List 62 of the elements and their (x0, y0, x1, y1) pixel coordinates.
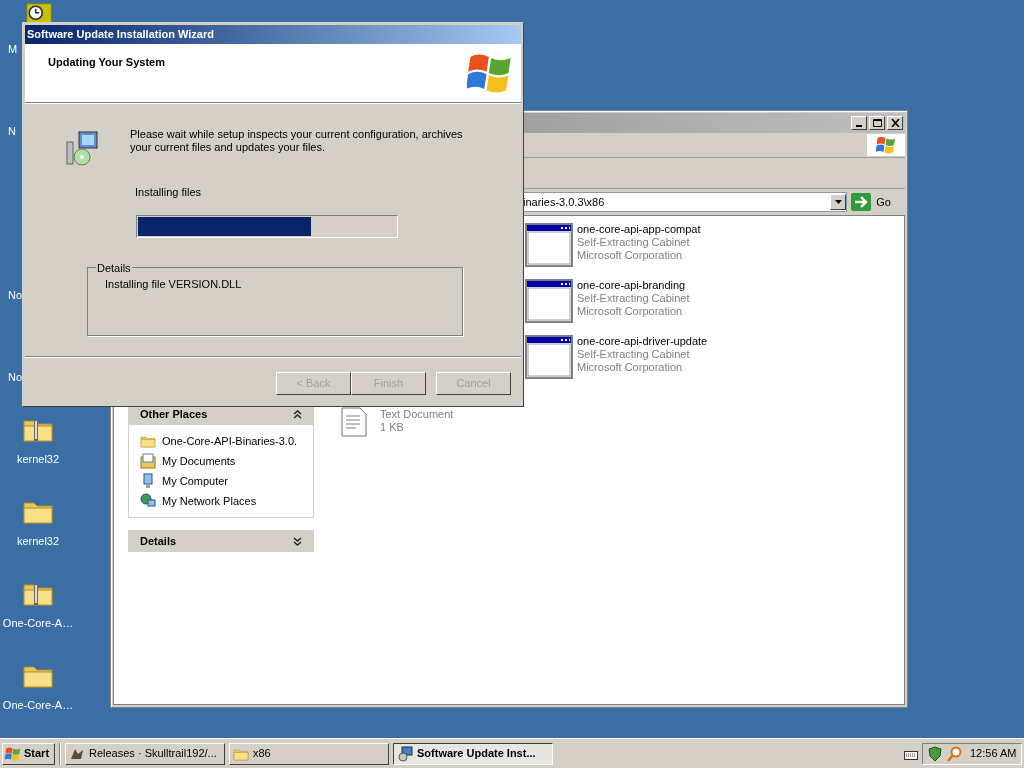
desktop-icon-label[interactable]: One-Core-A… (0, 697, 76, 714)
file-type: Self-Extracting Cabinet (577, 236, 691, 249)
file-name[interactable]: one-core-api-app-compat (577, 223, 701, 236)
file-type: Text Document (380, 408, 454, 421)
details-text: Installing file VERSION.DLL (105, 278, 242, 290)
folder-icon (140, 433, 156, 449)
progress-label: Installing files (135, 185, 203, 200)
desktop-icon-label[interactable]: No (8, 369, 23, 386)
windows-flag-icon (876, 135, 896, 155)
place-link[interactable]: One-Core-API-Binaries-3.0. (162, 432, 298, 450)
caret-icon (834, 200, 842, 204)
network-icon (140, 493, 156, 509)
taskbar-button[interactable]: Releases · Skulltrail192/... (65, 742, 225, 765)
program-window-icon (525, 335, 573, 379)
panel-title: Other Places (140, 406, 208, 422)
desktop-icon-label[interactable]: One-Core-A… (0, 615, 76, 632)
computer-icon (140, 473, 156, 489)
desktop-icon-label[interactable]: N (8, 123, 16, 140)
minimize-button[interactable] (851, 116, 867, 130)
maximize-icon (872, 119, 882, 127)
expand-icon[interactable] (293, 536, 302, 546)
file-name[interactable]: one-core-api-branding (577, 279, 690, 292)
setup-icon (65, 130, 99, 166)
file-type: Self-Extracting Cabinet (577, 348, 691, 361)
wizard-heading: Updating Your System (48, 55, 165, 70)
file-company: Microsoft Corporation (577, 249, 684, 262)
file-type: Self-Extracting Cabinet (577, 292, 690, 305)
file-company: Microsoft Corporation (577, 305, 684, 318)
place-link[interactable]: My Documents (162, 452, 236, 470)
text-document-icon (338, 406, 370, 438)
close-icon (890, 119, 900, 127)
window-title: Software Update Installation Wizard (27, 27, 214, 43)
group-title: Details (96, 260, 132, 276)
file-name[interactable]: one-core-api-driver-update (577, 335, 708, 348)
file-size: 1 KB (380, 421, 405, 434)
collapse-icon[interactable] (293, 409, 302, 419)
clock[interactable]: 12:56 AM (970, 745, 1017, 762)
wizard-message: Please wait while setup inspects your current configuration, archives your current files and updates your files. (130, 128, 464, 154)
place-link[interactable]: My Network Places (162, 492, 257, 510)
address-field[interactable]: inaries-3.0.3\x86 (522, 192, 848, 212)
dropdown-button[interactable] (830, 194, 847, 210)
go-button[interactable]: Go (851, 192, 895, 212)
taskbar-button[interactable]: x86 (229, 742, 389, 765)
search-icon[interactable] (947, 745, 963, 762)
setup-icon (397, 745, 413, 762)
file-company: Microsoft Corporation (577, 361, 684, 374)
place-link[interactable]: My Computer (162, 472, 229, 490)
shield-icon[interactable] (927, 745, 943, 762)
desktop-icon-label[interactable]: kernel32 (0, 451, 76, 468)
windows-flag-icon (5, 745, 21, 762)
close-button[interactable] (887, 116, 903, 130)
taskbar-button[interactable]: Software Update Inst... (393, 742, 553, 765)
desktop-icon-label[interactable]: No (8, 287, 23, 304)
desktop-icon-label[interactable]: M (8, 41, 18, 58)
panel-header[interactable]: Details (128, 530, 314, 552)
program-window-icon (525, 279, 573, 323)
program-window-icon (525, 223, 573, 267)
documents-icon (140, 453, 156, 469)
panel-title: Details (140, 533, 177, 549)
maximize-button[interactable] (869, 116, 885, 130)
desktop-icon-label[interactable]: kernel32 (0, 533, 76, 550)
start-button[interactable]: Start (2, 742, 55, 765)
